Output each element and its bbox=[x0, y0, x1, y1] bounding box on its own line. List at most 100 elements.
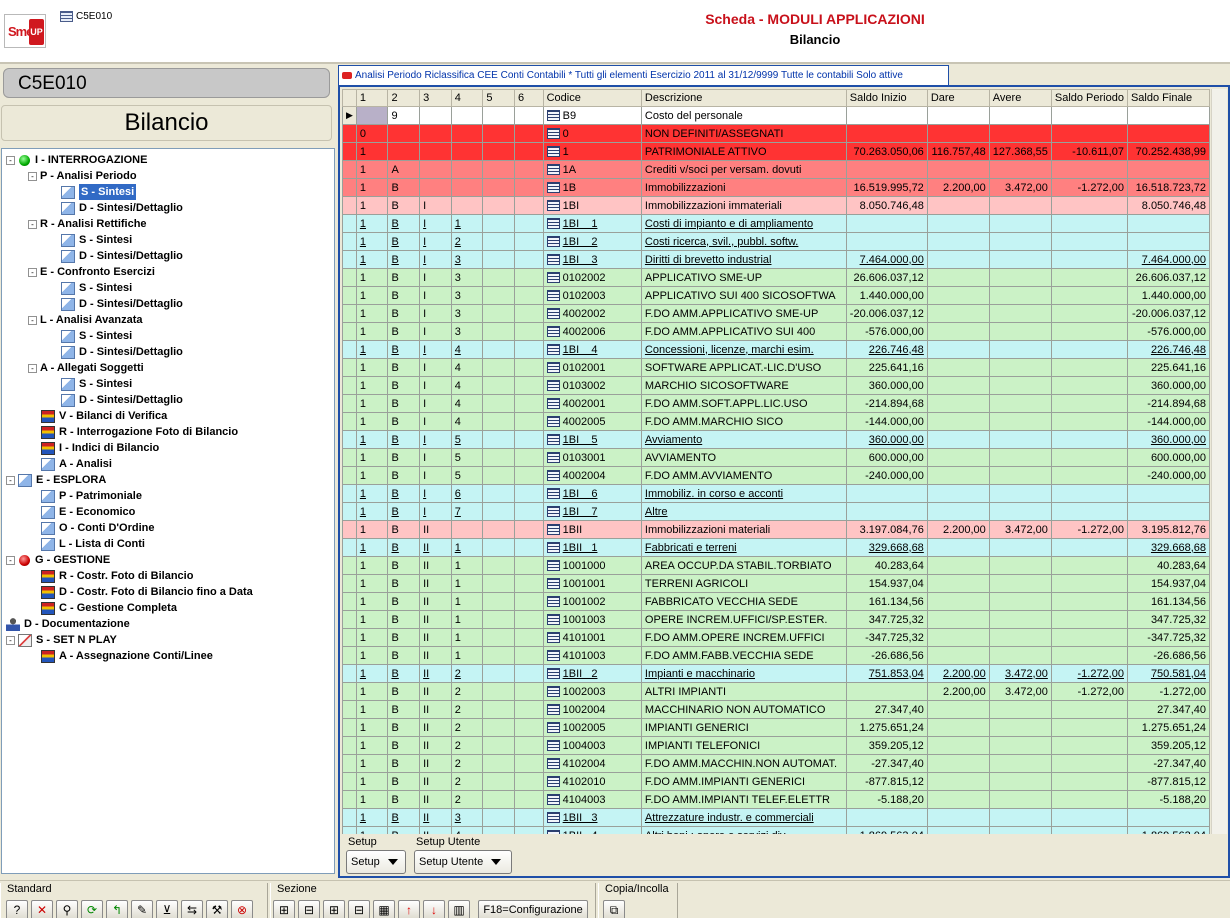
refresh-button[interactable]: ⟳ bbox=[81, 900, 103, 918]
configurazione-button[interactable]: F18=Configurazione bbox=[478, 900, 588, 918]
column-header[interactable]: Descrizione bbox=[640, 89, 847, 107]
row-marker[interactable] bbox=[342, 610, 357, 629]
table-row[interactable]: 1 B I 5 4002004 F.DO AMM.AVVIAMENTO -240.000,0… bbox=[342, 466, 1210, 485]
row-marker[interactable] bbox=[342, 268, 357, 287]
tree-node[interactable]: E - Economico bbox=[2, 504, 334, 520]
table-row[interactable]: 1 B II 1 4101001 F.DO AMM.OPERE INCREM.UFFICI… bbox=[342, 628, 1210, 647]
edit-button[interactable]: ✎ bbox=[131, 900, 153, 918]
cell-codice[interactable]: 1001001 bbox=[542, 574, 642, 593]
close-button[interactable]: ✕ bbox=[31, 900, 53, 918]
cell-descrizione[interactable]: Altri beni : opere e servizi div. bbox=[640, 826, 847, 834]
tree-node[interactable]: - S - SET N PLAY bbox=[2, 632, 334, 648]
columns-button[interactable]: ▥ bbox=[448, 900, 470, 918]
table-row[interactable]: 1 B I 3 1BI 3 Diritti di brevetto industrial 7… bbox=[342, 250, 1210, 269]
row-marker[interactable] bbox=[342, 358, 357, 377]
table-row[interactable]: 1 B I 1BI Immobilizzazioni immateriali 8.050.… bbox=[342, 196, 1210, 215]
row-marker[interactable] bbox=[342, 520, 357, 539]
row-marker[interactable] bbox=[342, 214, 357, 233]
row-marker[interactable] bbox=[342, 430, 357, 449]
cell-codice[interactable]: 1BII 3 bbox=[542, 808, 642, 827]
cell-codice[interactable]: 1001003 bbox=[542, 610, 642, 629]
tree-node[interactable]: S - Sintesi bbox=[2, 232, 334, 248]
row-marker[interactable] bbox=[342, 700, 357, 719]
cell-codice[interactable]: 1BII bbox=[542, 520, 642, 539]
search-button[interactable]: ⚲ bbox=[56, 900, 78, 918]
table-row[interactable]: 1 B I 4 0103002 MARCHIO SICOSOFTWARE 360.000,0… bbox=[342, 376, 1210, 395]
cell-descrizione[interactable]: Immobiliz. in corso e acconti bbox=[640, 484, 847, 503]
row-marker[interactable] bbox=[342, 376, 357, 395]
copy-button[interactable]: ⧉ bbox=[603, 900, 625, 918]
cell-codice[interactable]: 1A bbox=[542, 160, 642, 179]
table-row[interactable]: 1 B II 1 1001002 FABBRICATO VECCHIA SEDE 161.1… bbox=[342, 592, 1210, 611]
row-marker[interactable] bbox=[342, 574, 357, 593]
column-header[interactable]: 3 bbox=[419, 89, 452, 107]
move-down-button[interactable]: ↓ bbox=[423, 900, 445, 918]
layout-button-1[interactable]: ⊞ bbox=[273, 900, 295, 918]
cell-codice[interactable]: 1001002 bbox=[542, 592, 642, 611]
cell-descrizione[interactable]: Costi ricerca, svil., pubbl. softw. bbox=[640, 232, 847, 251]
cell-descrizione[interactable]: Diritti di brevetto industrial bbox=[640, 250, 847, 269]
table-row[interactable]: 1 B II 2 1002005 IMPIANTI GENERICI 1.275.651,2… bbox=[342, 718, 1210, 737]
tree-node[interactable]: S - Sintesi bbox=[2, 184, 334, 200]
collapse-icon[interactable]: - bbox=[6, 155, 15, 165]
row-marker[interactable] bbox=[342, 484, 357, 503]
grid-view-button[interactable]: ▦ bbox=[373, 900, 395, 918]
layout-button-2[interactable]: ⊟ bbox=[298, 900, 320, 918]
tree-node[interactable]: - I - INTERROGAZIONE bbox=[2, 152, 334, 168]
table-row[interactable]: 1 B II 1 1BII 1 Fabbricati e terreni 329.668,6… bbox=[342, 538, 1210, 557]
row-marker[interactable] bbox=[342, 196, 357, 215]
tree-node[interactable]: D - Sintesi/Dettaglio bbox=[2, 296, 334, 312]
tree-node[interactable]: - E - ESPLORA bbox=[2, 472, 334, 488]
table-row[interactable]: 1 B 1B Immobilizzazioni 16.519.995,72 2.200,0… bbox=[342, 178, 1210, 197]
collapse-icon[interactable]: - bbox=[28, 315, 37, 325]
cell-codice[interactable]: 1B bbox=[542, 178, 642, 197]
row-marker[interactable] bbox=[342, 646, 357, 665]
column-header[interactable] bbox=[342, 89, 357, 107]
cell-descrizione[interactable]: Concessioni, licenze, marchi esim. bbox=[640, 340, 847, 359]
table-row[interactable]: 1 1 PATRIMONIALE ATTIVO 70.263.050,06 116.75… bbox=[342, 142, 1210, 161]
tree-node[interactable]: -L - Analisi Avanzata bbox=[2, 312, 334, 328]
table-row[interactable]: 1 B II 2 4104003 F.DO AMM.IMPIANTI TELEF.ELET… bbox=[342, 790, 1210, 809]
row-marker[interactable] bbox=[342, 448, 357, 467]
cell-codice[interactable]: 1BI 1 bbox=[542, 214, 642, 233]
row-marker[interactable] bbox=[342, 682, 357, 701]
collapse-icon[interactable]: - bbox=[6, 635, 15, 645]
cell-codice[interactable]: 4102010 bbox=[542, 772, 642, 791]
cell-codice[interactable]: 1BI 5 bbox=[542, 430, 642, 449]
cell-codice[interactable]: 1001000 bbox=[542, 556, 642, 575]
table-row[interactable]: 1 B I 7 1BI 7 Altre bbox=[342, 502, 1210, 521]
tree-node[interactable]: D - Sintesi/Dettaglio bbox=[2, 344, 334, 360]
collapse-icon[interactable]: - bbox=[28, 219, 37, 229]
row-marker[interactable] bbox=[342, 340, 357, 359]
cell-codice[interactable]: 0 bbox=[542, 124, 642, 143]
table-row[interactable]: 1 B I 4 4002001 F.DO AMM.SOFT.APPL.LIC.USO -21… bbox=[342, 394, 1210, 413]
cell-codice[interactable]: B9 bbox=[542, 106, 642, 125]
tree-node[interactable]: - G - GESTIONE bbox=[2, 552, 334, 568]
row-marker[interactable] bbox=[342, 466, 357, 485]
column-header[interactable]: Dare bbox=[926, 89, 990, 107]
column-header[interactable]: 2 bbox=[387, 89, 421, 107]
cell-codice[interactable]: 4002001 bbox=[542, 394, 642, 413]
row-marker[interactable] bbox=[342, 538, 357, 557]
cell-codice[interactable]: 4104003 bbox=[542, 790, 642, 809]
cell-codice[interactable]: 1BI 6 bbox=[542, 484, 642, 503]
row-marker[interactable] bbox=[342, 250, 357, 269]
move-up-button[interactable]: ↑ bbox=[398, 900, 420, 918]
cell-codice[interactable]: 0102001 bbox=[542, 358, 642, 377]
table-row[interactable]: 1 B I 3 4002002 F.DO AMM.APPLICATIVO SME-UP -2… bbox=[342, 304, 1210, 323]
row-marker[interactable]: ▶ bbox=[342, 106, 357, 125]
collapse-icon[interactable]: - bbox=[28, 171, 37, 181]
row-marker[interactable] bbox=[342, 736, 357, 755]
tree-node[interactable]: D - Sintesi/Dettaglio bbox=[2, 200, 334, 216]
tree-node[interactable]: S - Sintesi bbox=[2, 280, 334, 296]
cell-codice[interactable]: 1BI 7 bbox=[542, 502, 642, 521]
tree-node[interactable]: S - Sintesi bbox=[2, 328, 334, 344]
table-row[interactable]: ▶ 9 B9 Costo del personale bbox=[342, 106, 1210, 125]
tree-node[interactable]: L - Lista di Conti bbox=[2, 536, 334, 552]
row-marker[interactable] bbox=[342, 826, 357, 834]
cell-codice[interactable]: 1BI 2 bbox=[542, 232, 642, 251]
row-marker[interactable] bbox=[342, 502, 357, 521]
cell-codice[interactable]: 1BI bbox=[542, 196, 642, 215]
vertical-scrollbar[interactable] bbox=[1211, 89, 1227, 834]
table-row[interactable]: 1 B II 2 1004003 IMPIANTI TELEFONICI 359.205,1… bbox=[342, 736, 1210, 755]
